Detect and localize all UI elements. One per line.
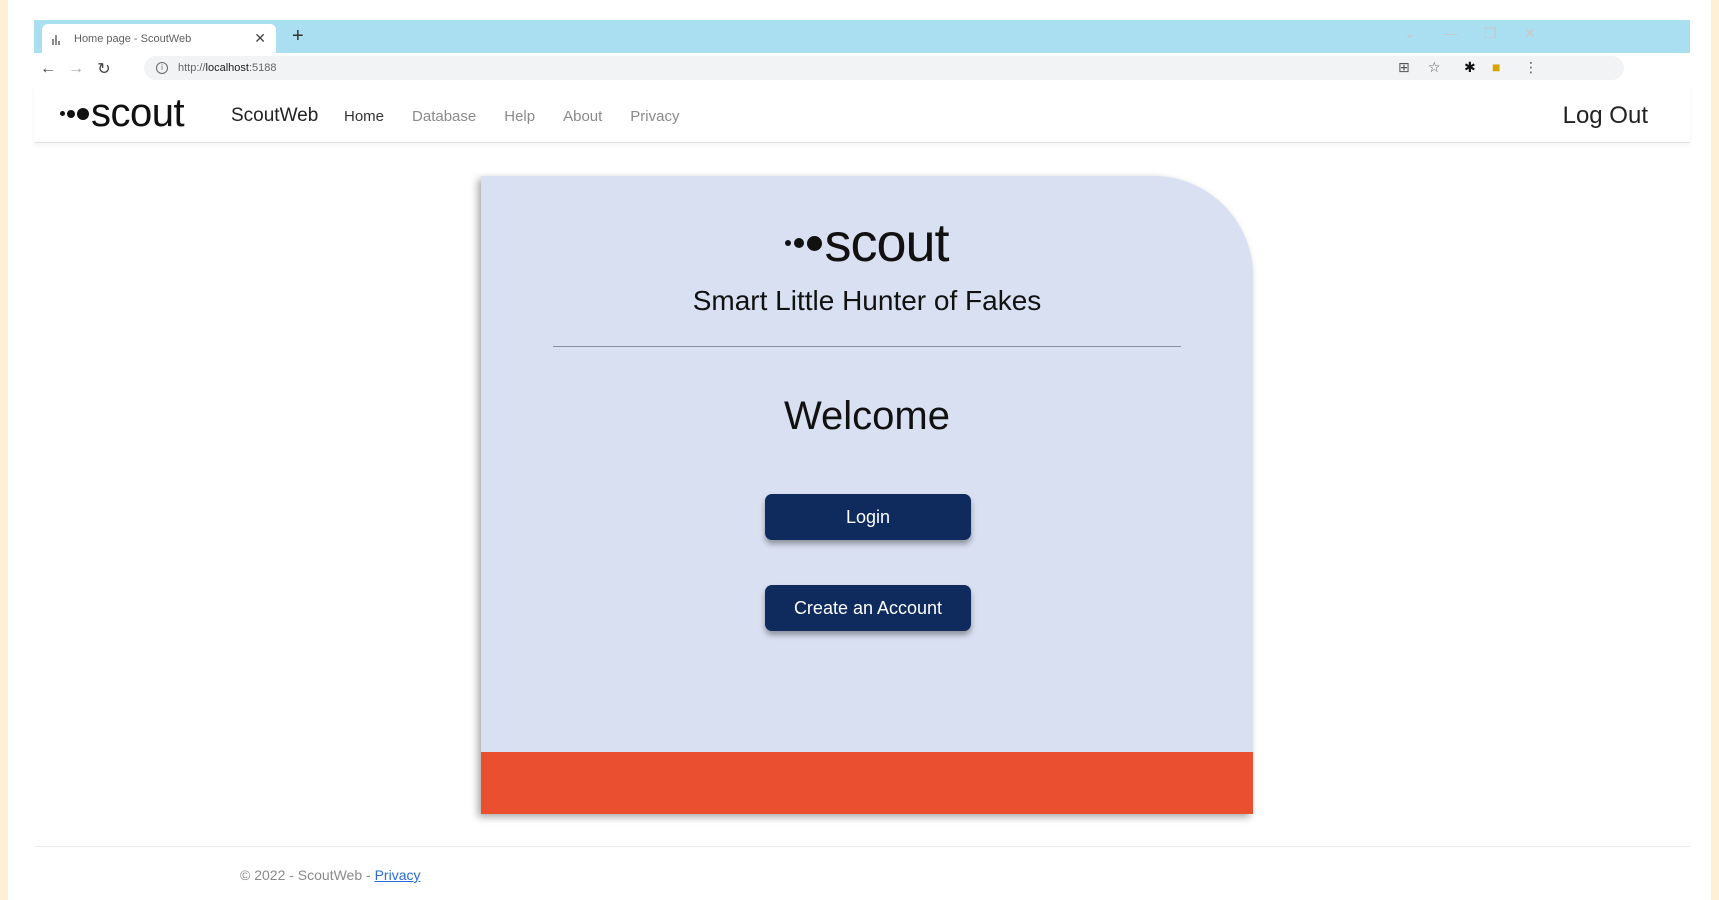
nav-link-privacy[interactable]: Privacy [630, 108, 679, 125]
site-info-icon[interactable]: i [156, 62, 168, 74]
page-favicon-icon [52, 33, 64, 45]
footer-copyright: © 2022 - ScoutWeb - [240, 867, 375, 883]
nav-links: Home Database Help About Privacy [344, 108, 679, 125]
brand-wordmark: scout [91, 91, 185, 135]
back-arrow-icon[interactable]: ← [34, 60, 62, 78]
profile-icon[interactable]: ■ [1492, 59, 1500, 75]
site-navbar: scout ScoutWeb Home Database Help About … [34, 85, 1690, 143]
nav-link-about[interactable]: About [563, 108, 602, 125]
extensions-icon[interactable]: ✱ [1464, 59, 1476, 76]
welcome-heading: Welcome [784, 394, 950, 438]
nav-link-home[interactable]: Home [344, 108, 384, 125]
footer-divider [34, 846, 1690, 847]
translate-icon[interactable]: ⊞ [1398, 59, 1410, 76]
tab-strip: Home page - ScoutWeb ✕ + ⌄ — ❐ ✕ [34, 20, 1690, 53]
nav-link-database[interactable]: Database [412, 108, 476, 125]
tab-close-icon[interactable]: ✕ [254, 30, 266, 47]
browser-window: Home page - ScoutWeb ✕ + ⌄ — ❐ ✕ ← → ↻ i… [8, 0, 1711, 900]
footer-privacy-link[interactable]: Privacy [375, 867, 421, 883]
minimize-icon[interactable]: — [1444, 25, 1458, 41]
url-scheme: http:// [178, 62, 206, 74]
bookmark-star-icon[interactable]: ☆ [1428, 59, 1441, 76]
nav-link-help[interactable]: Help [504, 108, 535, 125]
welcome-card: scout Smart Little Hunter of Fakes Welco… [481, 176, 1253, 814]
close-window-icon[interactable]: ✕ [1524, 25, 1536, 42]
forward-arrow-icon[interactable]: → [62, 60, 90, 78]
card-logo: scout [481, 212, 1253, 274]
url-port: :5188 [248, 62, 277, 74]
scout-dots-icon [60, 107, 89, 120]
browser-tab[interactable]: Home page - ScoutWeb ✕ [42, 24, 276, 53]
tagline: Smart Little Hunter of Fakes [692, 285, 1042, 316]
create-account-button[interactable]: Create an Account [765, 585, 971, 631]
brand-logo[interactable]: scout [60, 91, 185, 136]
login-button[interactable]: Login [765, 494, 971, 540]
divider [553, 346, 1181, 347]
new-tab-button[interactable]: + [292, 25, 304, 48]
menu-icon[interactable]: ⋮ [1524, 59, 1538, 76]
site-name[interactable]: ScoutWeb [231, 105, 318, 127]
card-wordmark: scout [824, 213, 949, 273]
reload-icon[interactable]: ↻ [90, 59, 118, 79]
tab-search-icon[interactable]: ⌄ [1404, 25, 1416, 42]
footer: © 2022 - ScoutWeb - Privacy [240, 867, 420, 883]
scout-dots-icon [785, 235, 823, 251]
logout-link[interactable]: Log Out [1563, 102, 1648, 130]
tab-title: Home page - ScoutWeb [74, 32, 192, 45]
url-host: localhost [205, 62, 249, 74]
card-accent-band [481, 752, 1253, 814]
address-row: ← → ↻ i http:// localhost :5188 ⊞ ☆ ✱ ■ … [34, 53, 1690, 85]
restore-icon[interactable]: ❐ [1484, 25, 1497, 42]
